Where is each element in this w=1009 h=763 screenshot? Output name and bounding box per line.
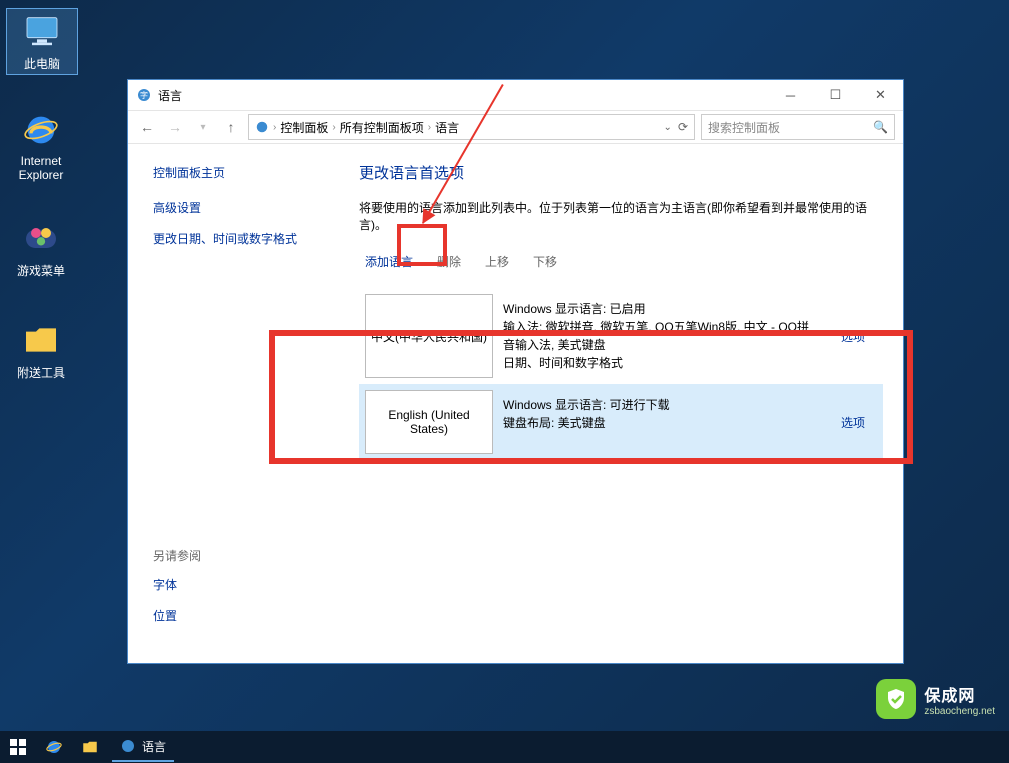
ie-icon [21,110,61,150]
forward-button[interactable]: → [164,116,186,138]
desktop-icon-label: Internet Explorer [19,154,64,182]
taskbar-ie[interactable] [40,733,68,761]
maximize-button[interactable]: ☐ [813,80,858,110]
breadcrumb-item[interactable]: 控制面板 [280,119,328,136]
language-icon [120,738,136,754]
page-description: 将要使用的语言添加到此列表中。位于列表第一位的语言为主语言(即你希望看到并最常使… [359,199,883,233]
language-options-link[interactable]: 选项 [841,328,865,345]
desktop-icon-label: 游戏菜单 [17,264,65,278]
sidebar-home[interactable]: 控制面板主页 [153,164,343,181]
chevron-down-icon[interactable]: ⌄ [664,122,672,133]
language-name: 中文(中华人民共和国) [365,294,493,378]
move-up-button[interactable]: 上移 [485,253,509,270]
up-button[interactable]: ↑ [220,116,242,138]
shield-check-icon [884,687,908,711]
start-button[interactable] [4,733,32,761]
desktop-icon-ie[interactable]: Internet Explorer [6,110,76,182]
see-also-heading: 另请参阅 [153,547,343,564]
remove-language-button[interactable]: 删除 [437,253,461,270]
desktop-icon-this-pc[interactable]: 此电脑 [6,8,78,75]
folder-icon [81,738,99,756]
language-row-en[interactable]: English (United States) Windows 显示语言: 可进… [359,384,883,460]
breadcrumb-item[interactable]: 所有控制面板项 [340,119,424,136]
watermark-url: zsbaocheng.net [924,706,995,717]
games-icon [21,218,61,258]
page-heading: 更改语言首选项 [359,162,883,183]
refresh-icon[interactable]: ⟳ [678,120,688,134]
titlebar: 字 语言 ─ ☐ ✕ [128,80,903,110]
language-options-link[interactable]: 选项 [841,414,865,431]
folder-icon [21,320,61,360]
windows-icon [10,739,26,755]
search-icon[interactable]: 🔍 [873,120,888,134]
breadcrumb-item[interactable]: 语言 [435,119,459,136]
sidebar-datetime[interactable]: 更改日期、时间或数字格式 [153,230,343,247]
sidebar-font[interactable]: 字体 [153,576,343,593]
taskbar-task-label: 语言 [142,738,166,755]
language-name: English (United States) [365,390,493,454]
ie-icon [45,738,63,756]
language-meta: Windows 显示语言: 可进行下载 键盘布局: 美式键盘 [493,390,829,454]
language-meta: Windows 显示语言: 已启用 输入法: 微软拼音, 微软五笔, QQ五笔W… [493,294,829,378]
back-button[interactable]: ← [136,116,158,138]
chevron-icon: › [428,122,431,133]
taskbar-task-language[interactable]: 语言 [112,732,174,762]
nav-row: ← → ▾ ↑ › 控制面板 › 所有控制面板项 › 语言 ⌄ ⟳ 搜索控制面板… [128,110,903,144]
move-down-button[interactable]: 下移 [533,253,557,270]
history-dropdown[interactable]: ▾ [192,116,214,138]
search-input[interactable]: 搜索控制面板 🔍 [701,114,895,140]
language-row-zh[interactable]: 中文(中华人民共和国) Windows 显示语言: 已启用 输入法: 微软拼音,… [359,288,883,384]
watermark: 保成网 zsbaocheng.net [876,679,995,719]
language-list: 中文(中华人民共和国) Windows 显示语言: 已启用 输入法: 微软拼音,… [359,288,883,460]
taskbar: 语言 [0,731,1009,763]
minimize-button[interactable]: ─ [768,80,813,110]
desktop-icon-label: 附送工具 [17,366,65,380]
close-button[interactable]: ✕ [858,80,903,110]
sidebar: 控制面板主页 高级设置 更改日期、时间或数字格式 另请参阅 字体 位置 [128,144,343,663]
language-icon: 字 [136,87,152,103]
control-panel-window: 字 语言 ─ ☐ ✕ ← → ▾ ↑ › 控制面板 › 所有控制面板项 › 语言… [127,79,904,664]
sidebar-location[interactable]: 位置 [153,607,343,624]
desktop-icon-label: 此电脑 [24,57,60,71]
watermark-name: 保成网 [924,682,995,706]
action-row: 添加语言 删除 上移 下移 [359,253,883,270]
window-title: 语言 [158,87,182,104]
desktop-icon-tools[interactable]: 附送工具 [6,320,76,381]
watermark-badge [876,679,916,719]
svg-text:字: 字 [140,90,148,100]
add-language-button[interactable]: 添加语言 [365,253,413,270]
sidebar-advanced[interactable]: 高级设置 [153,199,343,216]
taskbar-explorer[interactable] [76,733,104,761]
desktop-icon-games[interactable]: 游戏菜单 [6,218,76,279]
pc-icon [22,11,62,51]
chevron-icon: › [273,122,276,133]
search-placeholder: 搜索控制面板 [708,119,780,136]
chevron-icon: › [332,122,335,133]
language-icon [255,120,269,134]
